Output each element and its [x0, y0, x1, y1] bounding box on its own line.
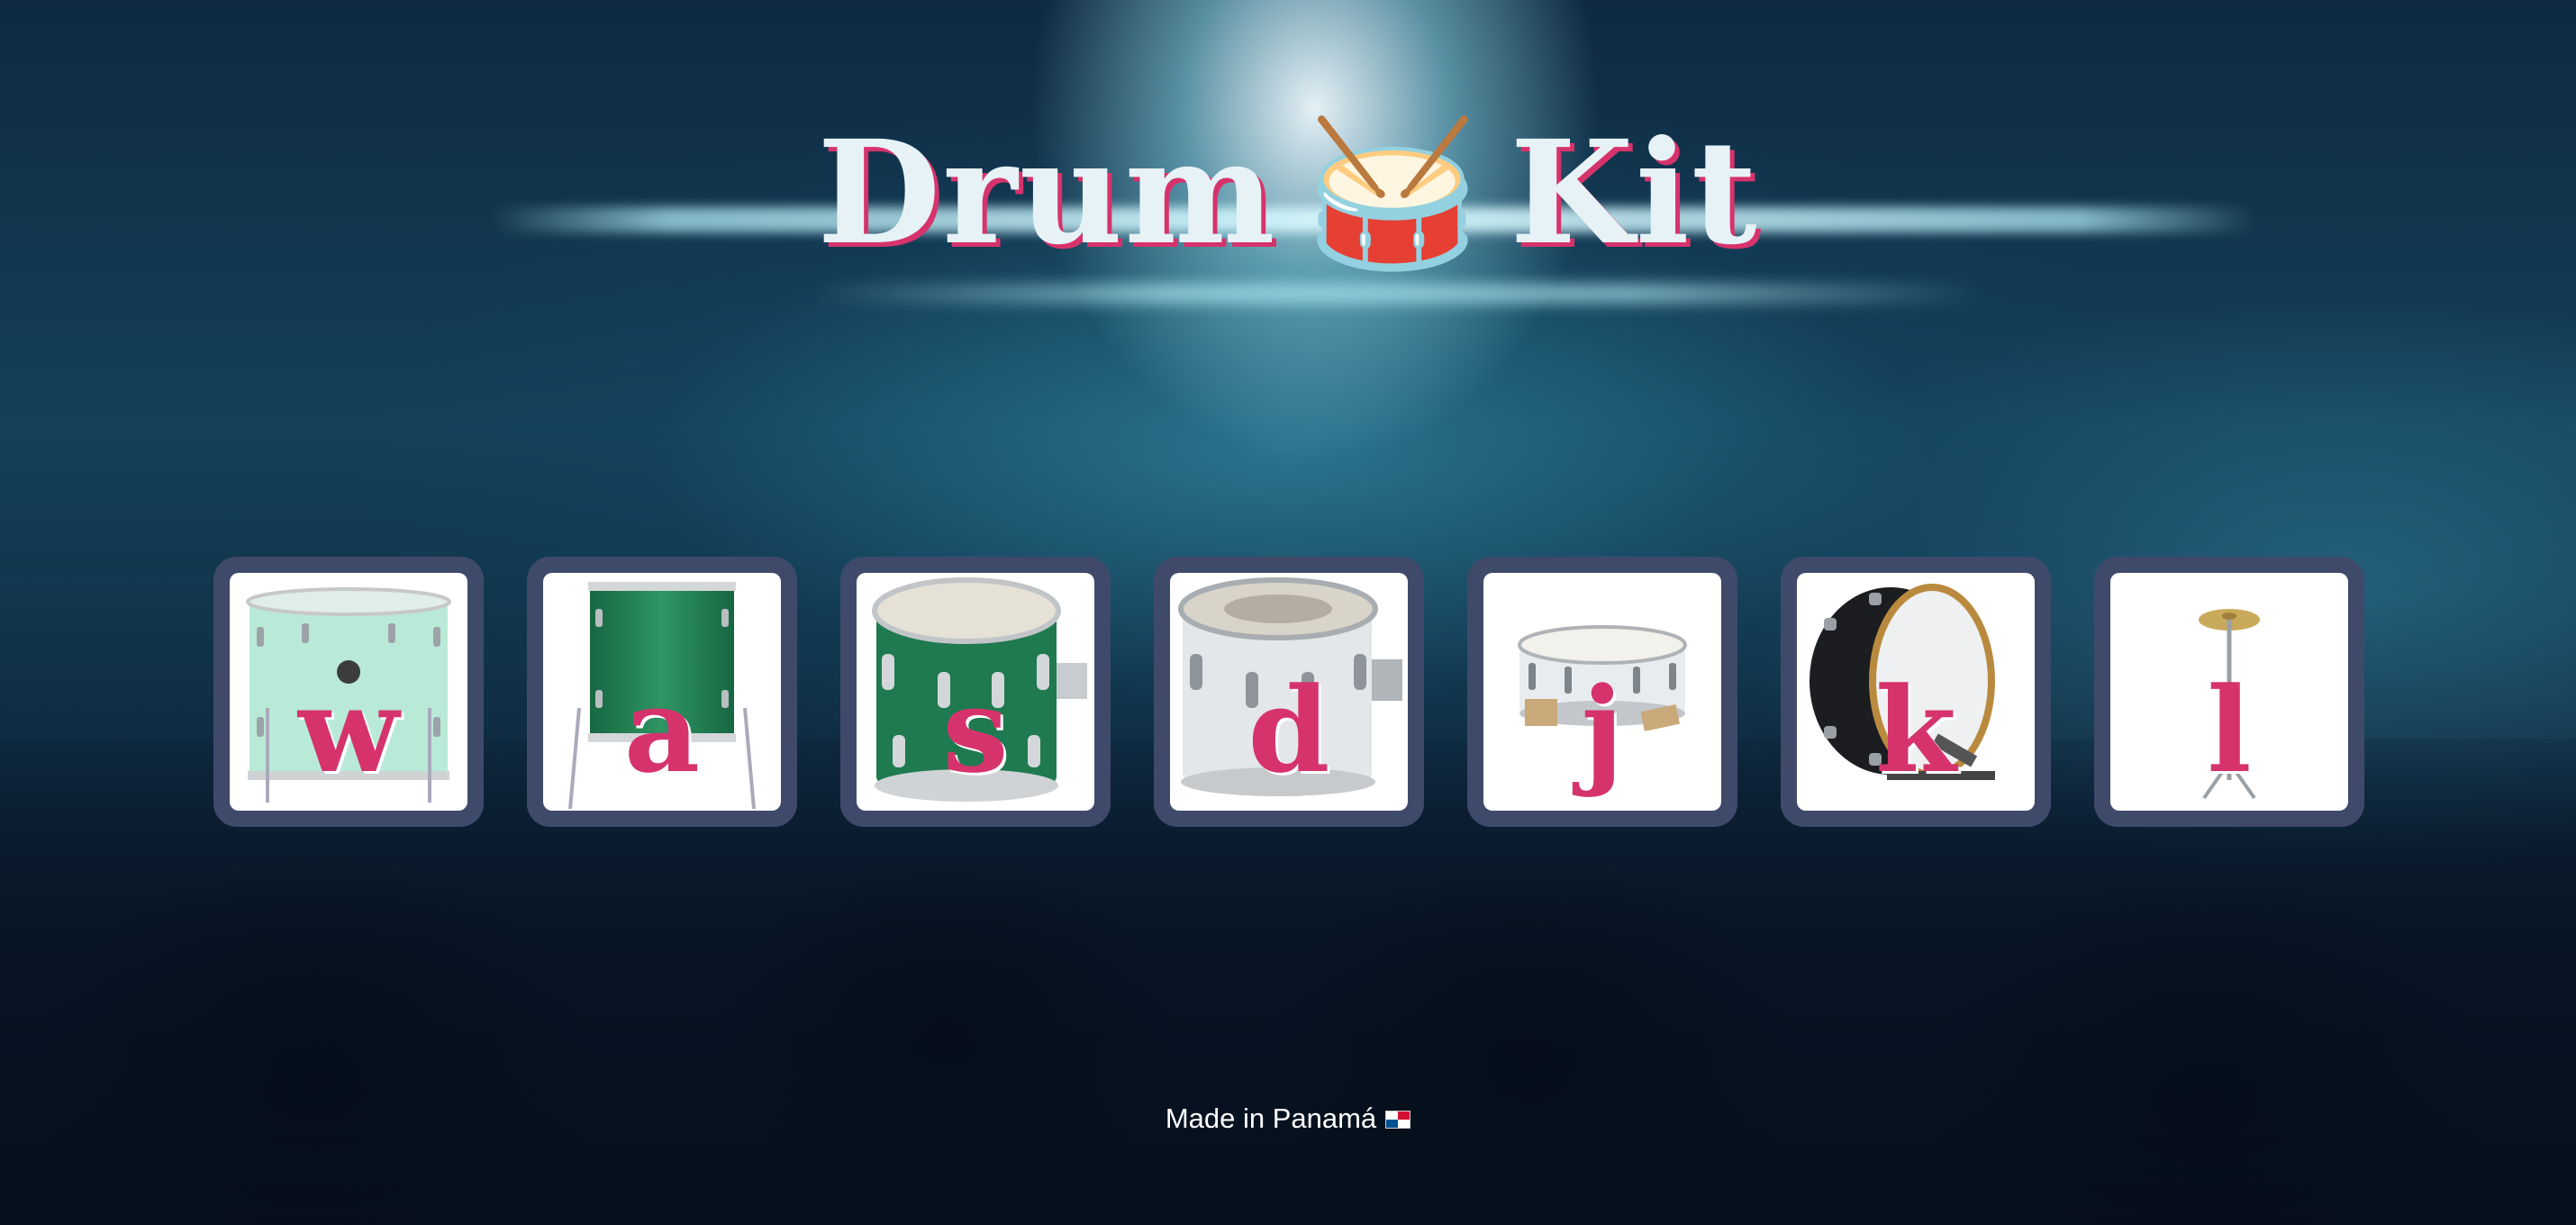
key-j[interactable]: j [1467, 557, 1737, 827]
key-letter: j [1581, 661, 1624, 799]
key-w[interactable]: w [213, 557, 484, 827]
key-face: a [543, 573, 781, 811]
stage-light-truss-lower [811, 284, 1982, 304]
key-face: l [2110, 573, 2348, 811]
key-letter: w [298, 661, 399, 799]
key-face: d [1170, 573, 1408, 811]
key-letter: d [1247, 661, 1330, 799]
key-letter: k [1874, 661, 1957, 799]
key-a[interactable]: a [527, 557, 797, 827]
key-s[interactable]: s [840, 557, 1111, 827]
panama-flag-icon [1385, 1111, 1411, 1129]
key-letter: l [2207, 661, 2252, 799]
page-title: Drum 🥁 Kit [0, 104, 2576, 284]
key-face: j [1483, 573, 1721, 811]
key-letter: a [623, 661, 701, 799]
key-face: w [230, 573, 467, 811]
footer-text: Made in Panamá [1165, 1102, 1377, 1134]
key-d[interactable]: d [1154, 557, 1424, 827]
key-k[interactable]: k [1781, 557, 2051, 827]
key-l[interactable]: l [2094, 557, 2364, 827]
key-face: k [1797, 573, 2035, 811]
title-drum-text: Drum [817, 110, 1277, 277]
footer: Made in Panamá [0, 1102, 2576, 1135]
key-letter: s [942, 661, 1009, 799]
title-kit-text: Kit [1510, 110, 1759, 277]
drum-keys: w a s d j k l [213, 557, 2364, 827]
drum-icon: 🥁 [1303, 111, 1483, 277]
key-face: s [857, 573, 1094, 811]
